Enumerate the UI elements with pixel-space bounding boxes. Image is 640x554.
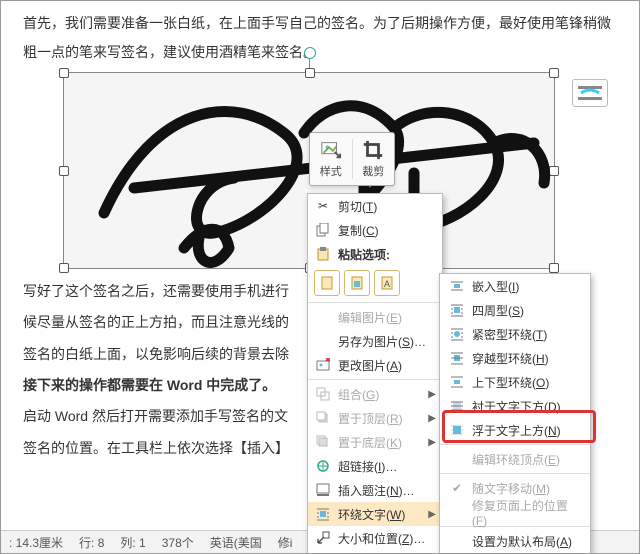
send-back-icon xyxy=(314,433,332,451)
status-position: : 14.3厘米 xyxy=(9,534,63,551)
hyperlink-icon xyxy=(314,457,332,475)
cut-icon: ✂ xyxy=(314,197,332,215)
wrap-inline[interactable]: 嵌入型(I) xyxy=(440,274,590,298)
menu-cut[interactable]: ✂剪切(T) xyxy=(308,194,442,218)
wrap-front-icon xyxy=(448,421,466,439)
wrap-tight[interactable]: 紧密型环绕(T) xyxy=(440,322,590,346)
check-icon: ✔ xyxy=(448,479,466,497)
group-icon xyxy=(314,385,332,403)
status-lang: 英语(美国 xyxy=(210,534,262,551)
menu-wrap-text[interactable]: 环绕文字(W)▶ xyxy=(308,502,442,526)
wrap-set-default[interactable]: 设置为默认布局(A) xyxy=(440,529,590,553)
menu-copy[interactable]: 复制(C) xyxy=(308,218,442,242)
wrap-behind[interactable]: 衬于文字下方(D) xyxy=(440,394,590,418)
wrap-through[interactable]: 穿越型环绕(H) xyxy=(440,346,590,370)
menu-edit-picture: 编辑图片(E) xyxy=(308,305,442,329)
paste-icon xyxy=(314,245,332,263)
wrap-square[interactable]: 四周型(S) xyxy=(440,298,590,322)
wrap-through-icon xyxy=(448,349,466,367)
wrap-tight-icon xyxy=(448,325,466,343)
wrap-top-bottom[interactable]: 上下型环绕(O) xyxy=(440,370,590,394)
wrap-text-submenu: 嵌入型(I) 四周型(S) 紧密型环绕(T) 穿越型环绕(H) 上下型环绕(O)… xyxy=(439,273,591,554)
status-col: 列: 1 xyxy=(120,534,145,551)
wrap-behind-icon xyxy=(448,397,466,415)
menu-bring-front: 置于顶层(R)▶ xyxy=(308,406,442,430)
word-window: 首先，我们需要准备一张白纸，在上面手写自己的签名。为了后期操作方便，最好使用笔锋… xyxy=(0,0,640,554)
crop-label: 裁剪 xyxy=(362,163,384,179)
menu-change-picture[interactable]: 更改图片(A) xyxy=(308,353,442,377)
change-picture-icon xyxy=(314,356,332,374)
menu-group: 组合(G)▶ xyxy=(308,382,442,406)
caption-icon xyxy=(314,481,332,499)
paste-option-2[interactable] xyxy=(344,270,370,296)
paragraph: 首先，我们需要准备一张白纸，在上面手写自己的签名。为了后期操作方便，最好使用笔锋… xyxy=(23,9,617,68)
size-icon xyxy=(314,529,332,547)
mini-toolbar: 样式 裁剪 xyxy=(309,132,395,186)
edit-picture-icon xyxy=(314,308,332,326)
menu-paste-options-header: 粘贴选项: xyxy=(308,242,442,266)
svg-text:A: A xyxy=(384,279,390,289)
menu-save-as-picture[interactable]: 另存为图片(S)… xyxy=(308,329,442,353)
picture-style-button[interactable]: 样式 xyxy=(310,133,352,185)
paste-option-3[interactable]: A xyxy=(374,270,400,296)
wrap-edit-points: 编辑环绕顶点(E) xyxy=(440,447,590,471)
wrap-square-icon xyxy=(448,301,466,319)
crop-button[interactable]: 裁剪 xyxy=(353,133,395,185)
bring-front-icon xyxy=(314,409,332,427)
wrap-text-icon xyxy=(314,505,332,523)
wrap-topbottom-icon xyxy=(448,373,466,391)
layout-options-button[interactable] xyxy=(572,79,608,107)
menu-size-position[interactable]: 大小和位置(Z)… xyxy=(308,526,442,550)
copy-icon xyxy=(314,221,332,239)
menu-hyperlink[interactable]: 超链接(I)… xyxy=(308,454,442,478)
menu-send-back: 置于底层(K)▶ xyxy=(308,430,442,454)
paste-options: A xyxy=(308,266,442,300)
paste-option-1[interactable] xyxy=(314,270,340,296)
context-menu: ✂剪切(T) 复制(C) 粘贴选项: A 编辑图片(E) 另存为图片(S)… 更… xyxy=(307,193,443,554)
status-mod: 修i xyxy=(278,534,293,551)
rotate-handle[interactable] xyxy=(304,47,316,59)
wrap-inline-icon xyxy=(448,277,466,295)
wrap-in-front[interactable]: 浮于文字上方(N) xyxy=(440,418,590,442)
menu-format-picture[interactable]: 设置图片格式(O)… xyxy=(308,550,442,554)
menu-insert-caption[interactable]: 插入题注(N)… xyxy=(308,478,442,502)
status-line: 行: 8 xyxy=(79,534,104,551)
status-words: 378个 xyxy=(162,534,194,551)
wrap-fix-position: 修复页面上的位置(F) xyxy=(440,500,590,524)
style-label: 样式 xyxy=(320,163,342,179)
